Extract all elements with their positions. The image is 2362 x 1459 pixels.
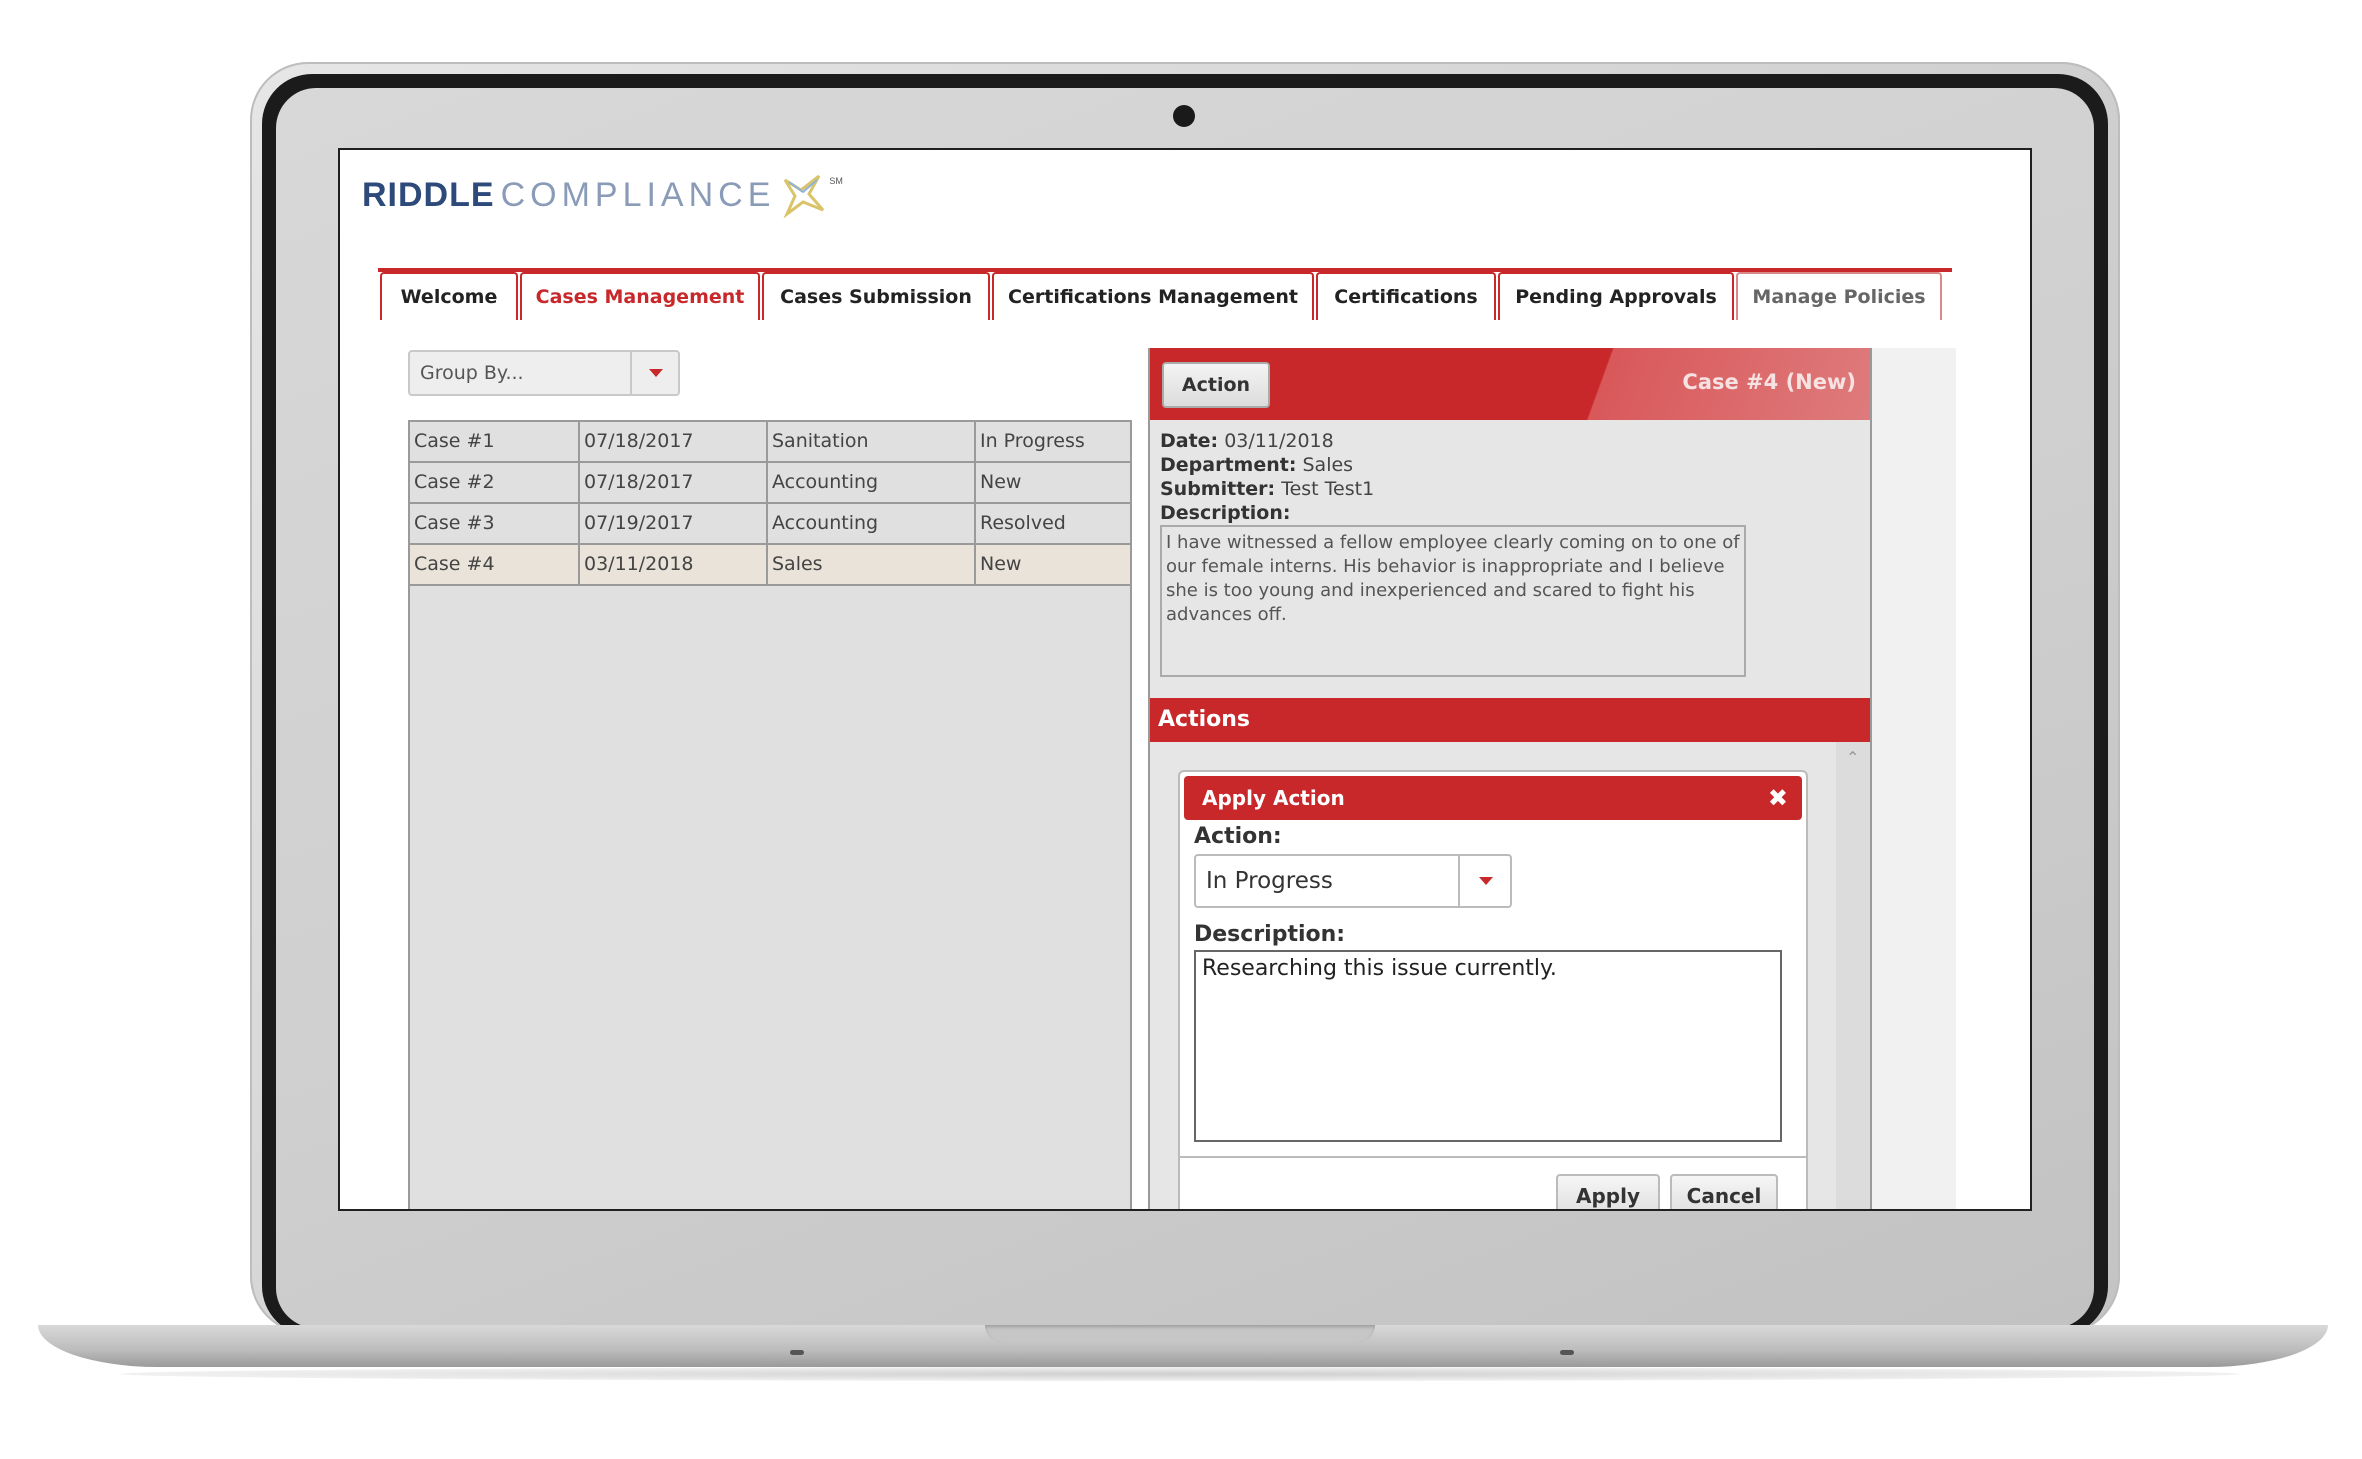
case-status-cell: New xyxy=(980,471,1022,493)
case-date-cell: 07/18/2017 xyxy=(580,422,768,461)
right-gutter xyxy=(1872,348,1956,1209)
detail-submitter: Submitter: Test Test1 xyxy=(1160,478,1374,500)
case-id-cell: Case #4 xyxy=(410,545,580,584)
case-id-cell: Case #2 xyxy=(410,463,580,502)
dialog-header: Apply Action ✖ xyxy=(1184,776,1802,820)
close-icon[interactable]: ✖ xyxy=(1768,776,1788,820)
case-id-cell: Case #3 xyxy=(410,504,580,543)
case-detail-panel: Action Case #4 (New) Date: 03/11/2018 De… xyxy=(1148,348,1872,1209)
logo-star-icon xyxy=(783,174,825,218)
cases-table: Case #1 07/18/2017 Sanitation In Progres… xyxy=(408,420,1132,1209)
tab-manage-policies[interactable]: Manage Policies xyxy=(1736,272,1942,320)
action-select-value: In Progress xyxy=(1206,868,1333,894)
submitter-label: Submitter: xyxy=(1160,478,1276,500)
scroll-up-icon[interactable]: ⌃ xyxy=(1846,748,1859,767)
laptop-notch xyxy=(985,1325,1375,1343)
actions-scrollbar[interactable] xyxy=(1836,742,1870,1209)
logo-brand-a: RIDDLE xyxy=(362,175,495,214)
dialog-title: Apply Action xyxy=(1202,786,1345,810)
tab-certifications[interactable]: Certifications xyxy=(1316,272,1496,320)
description-text: I have witnessed a fellow employee clear… xyxy=(1160,525,1746,677)
tab-pending-approvals[interactable]: Pending Approvals xyxy=(1498,272,1734,320)
action-dropdown-button[interactable] xyxy=(1458,856,1512,906)
case-status-cell: New xyxy=(980,553,1022,575)
table-row[interactable]: Case #1 07/18/2017 Sanitation In Progres… xyxy=(410,422,1130,463)
description-label: Description: xyxy=(1160,502,1291,524)
tab-cases-submission[interactable]: Cases Submission xyxy=(762,272,990,320)
table-row[interactable]: Case #2 07/18/2017 Accounting New xyxy=(410,463,1130,504)
chevron-down-icon xyxy=(1479,877,1493,885)
riddle-compliance-logo: RIDDLE COMPLIANCE SM xyxy=(362,170,843,220)
group-by-dropdown-button[interactable] xyxy=(630,352,680,394)
cancel-button[interactable]: Cancel xyxy=(1670,1174,1778,1209)
case-department-cell: Sales xyxy=(768,545,976,584)
laptop-foot xyxy=(790,1350,804,1355)
logo-tm: SM xyxy=(829,176,843,186)
group-by-placeholder: Group By... xyxy=(420,362,524,384)
case-title: Case #4 (New) xyxy=(1682,370,1856,394)
detail-description: Description: xyxy=(1160,502,1291,524)
table-row[interactable]: Case #3 07/19/2017 Accounting Resolved xyxy=(410,504,1130,545)
camera-icon xyxy=(1173,105,1195,127)
action-field-label: Action: xyxy=(1194,824,1282,849)
chevron-down-icon xyxy=(649,369,663,377)
apply-action-dialog: Apply Action ✖ Action: In Progress Descr… xyxy=(1178,770,1808,1209)
date-value: 03/11/2018 xyxy=(1224,430,1334,452)
case-date-cell: 07/19/2017 xyxy=(580,504,768,543)
table-row-selected[interactable]: Case #4 03/11/2018 Sales New xyxy=(410,545,1130,586)
case-id-cell: Case #1 xyxy=(410,422,580,461)
laptop-foot xyxy=(1560,1350,1574,1355)
department-label: Department: xyxy=(1160,454,1297,476)
tab-cases-management[interactable]: Cases Management xyxy=(520,272,760,320)
submitter-value: Test Test1 xyxy=(1281,478,1375,500)
description-textarea[interactable]: Researching this issue currently. xyxy=(1194,950,1782,1142)
case-department-cell: Accounting xyxy=(768,504,976,543)
date-label: Date: xyxy=(1160,430,1219,452)
laptop-shadow xyxy=(120,1367,2240,1381)
case-status-cell: Resolved xyxy=(980,512,1066,534)
case-detail-header: Action Case #4 (New) xyxy=(1150,348,1870,420)
action-button[interactable]: Action xyxy=(1162,362,1270,408)
detail-department: Department: Sales xyxy=(1160,454,1353,476)
logo-brand-b: COMPLIANCE xyxy=(500,175,776,214)
case-status-cell: In Progress xyxy=(980,430,1085,452)
dialog-divider xyxy=(1180,1156,1806,1158)
app-screen: RIDDLE COMPLIANCE SM Welcome Cases Manag… xyxy=(338,148,2032,1211)
apply-button[interactable]: Apply xyxy=(1556,1174,1660,1209)
description-field-label: Description: xyxy=(1194,922,1346,947)
case-department-cell: Accounting xyxy=(768,463,976,502)
department-value: Sales xyxy=(1302,454,1354,476)
tab-welcome[interactable]: Welcome xyxy=(380,272,518,320)
case-date-cell: 03/11/2018 xyxy=(580,545,768,584)
detail-date: Date: 03/11/2018 xyxy=(1160,430,1334,452)
tab-certifications-management[interactable]: Certifications Management xyxy=(992,272,1314,320)
case-date-cell: 07/18/2017 xyxy=(580,463,768,502)
actions-header: Actions xyxy=(1150,698,1870,742)
case-department-cell: Sanitation xyxy=(768,422,976,461)
